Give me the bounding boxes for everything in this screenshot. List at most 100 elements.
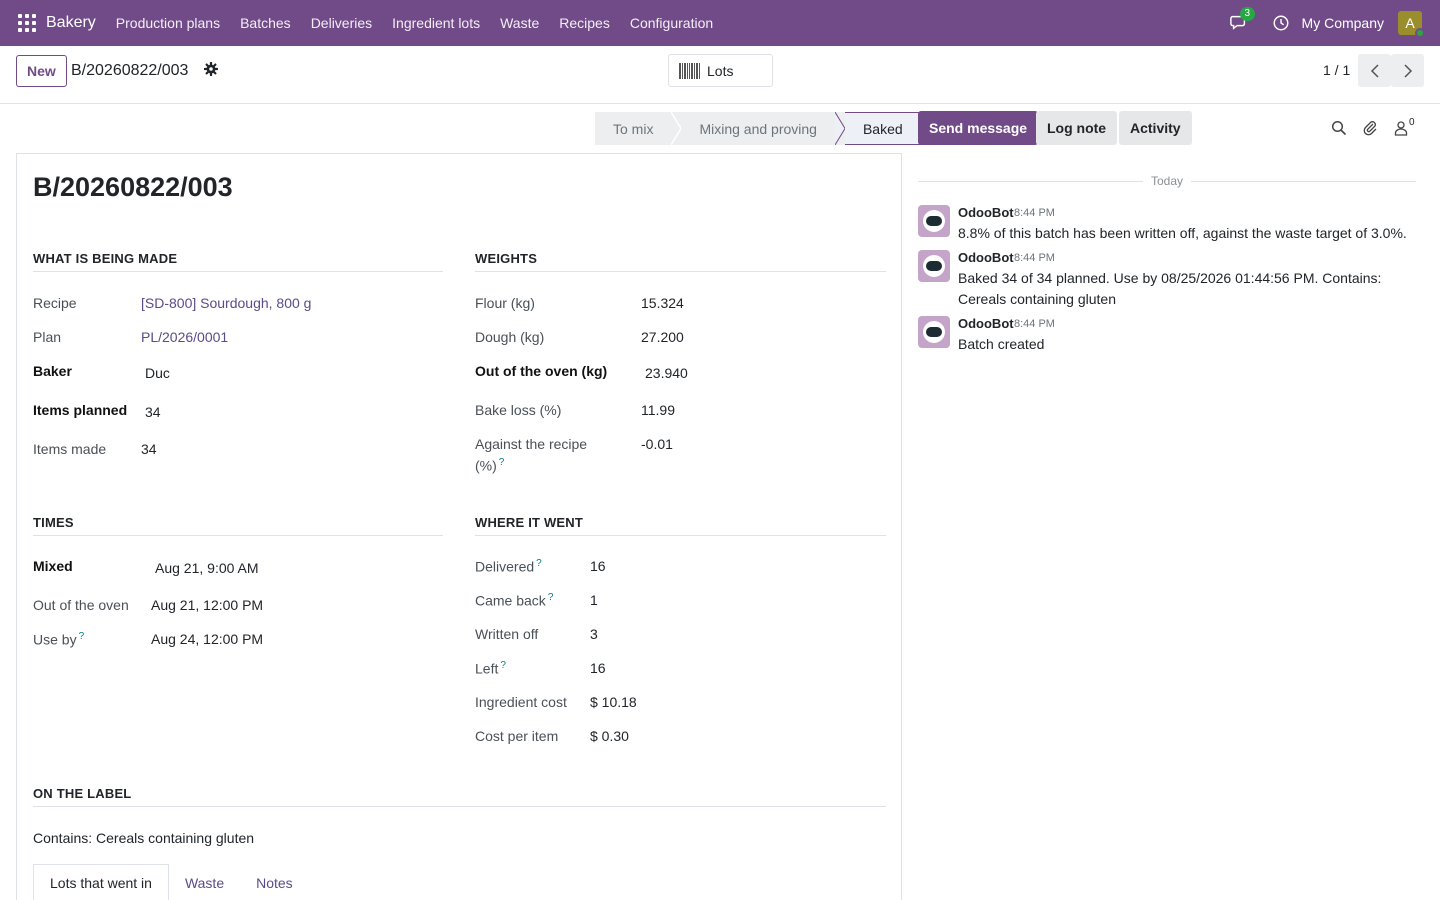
menu-batches[interactable]: Batches xyxy=(240,15,291,31)
tab-lots-that-went-in[interactable]: Lots that went in xyxy=(33,864,169,900)
flour-value: 15.324 xyxy=(641,295,684,311)
message-body: Baked 34 of 34 planned. Use by 08/25/202… xyxy=(958,270,1382,307)
message-author[interactable]: OdooBot xyxy=(958,205,1014,220)
pager-next-button[interactable] xyxy=(1391,54,1424,87)
activity-clock-icon[interactable] xyxy=(1272,14,1290,32)
delivered-label: Delivered? xyxy=(475,558,542,575)
followers-icon[interactable] xyxy=(1393,120,1409,136)
lots-smart-button[interactable]: Lots xyxy=(668,54,773,87)
out-of-oven-time-label: Out of the oven xyxy=(33,597,129,613)
date-separator-label: Today xyxy=(1150,174,1184,188)
use-by-label: Use by? xyxy=(33,631,85,648)
discuss-chat-icon[interactable]: 3 xyxy=(1229,7,1256,33)
left-label: Left? xyxy=(475,660,506,677)
message-author[interactable]: OdooBot xyxy=(958,250,1014,265)
mixed-label: Mixed xyxy=(33,558,73,574)
menu-production-plans[interactable]: Production plans xyxy=(116,15,220,31)
dough-value: 27.200 xyxy=(641,329,684,345)
out-of-oven-weight-label: Out of the oven (kg) xyxy=(475,363,608,379)
chatter-message: OdooBot 8:44 PM Baked 34 of 34 planned. … xyxy=(918,250,1428,314)
form-sheet: B/20260822/003 WHAT IS BEING MADE Recipe… xyxy=(16,153,902,900)
stage-mixing-and-proving[interactable]: Mixing and proving xyxy=(681,112,835,145)
pager-value[interactable]: 1 / 1 xyxy=(1323,62,1350,78)
help-icon[interactable]: ? xyxy=(499,457,505,468)
gear-icon[interactable] xyxy=(204,62,218,76)
help-icon[interactable]: ? xyxy=(548,592,554,603)
out-of-oven-time-value: Aug 21, 12:00 PM xyxy=(151,597,264,613)
plan-label: Plan xyxy=(33,329,62,345)
message-time: 8:44 PM xyxy=(1014,318,1055,330)
company-switcher[interactable]: My Company xyxy=(1302,15,1384,31)
plan-link[interactable]: PL/2026/0001 xyxy=(141,329,228,345)
log-note-button[interactable]: Log note xyxy=(1036,111,1118,145)
status-bar: To mix Mixing and proving Baked xyxy=(595,112,922,145)
menu-configuration[interactable]: Configuration xyxy=(630,15,713,31)
menu-waste[interactable]: Waste xyxy=(500,15,539,31)
mixed-date-field[interactable]: Aug 21, 9:00 AM xyxy=(155,560,259,576)
ingredient-cost-value: $ 10.18 xyxy=(590,694,637,710)
menu-recipes[interactable]: Recipes xyxy=(559,15,610,31)
breadcrumb: B/20260822/003 xyxy=(71,62,189,79)
chevron-left-icon xyxy=(1370,63,1379,78)
written-off-label: Written off xyxy=(475,626,539,642)
items-planned-label: Items planned xyxy=(33,402,128,418)
search-icon[interactable] xyxy=(1331,120,1347,136)
against-recipe-value: -0.01 xyxy=(641,436,673,452)
menu-deliveries[interactable]: Deliveries xyxy=(311,15,372,31)
cost-per-item-label: Cost per item xyxy=(475,728,559,744)
app-brand[interactable]: Bakery xyxy=(46,14,96,32)
stage-to-mix[interactable]: To mix xyxy=(595,112,672,145)
tab-waste[interactable]: Waste xyxy=(169,864,240,900)
against-recipe-label: Against the recipe xyxy=(475,436,588,452)
chat-count-badge: 3 xyxy=(1239,7,1256,21)
recipe-link[interactable]: [SD-800] Sourdough, 800 g xyxy=(141,295,311,311)
message-time: 8:44 PM xyxy=(1014,252,1055,264)
items-planned-field[interactable]: 34 xyxy=(145,404,161,420)
came-back-label: Came back? xyxy=(475,592,554,609)
group-where-it-went: WHERE IT WENT xyxy=(475,515,886,536)
stage-baked[interactable]: Baked xyxy=(844,112,922,145)
odoobot-avatar[interactable] xyxy=(918,250,950,282)
flour-label: Flour (kg) xyxy=(475,295,535,311)
avatar-letter: A xyxy=(1405,15,1415,31)
barcode-icon xyxy=(679,62,701,79)
message-body: 8.8% of this batch has been written off,… xyxy=(958,225,1407,241)
message-author[interactable]: OdooBot xyxy=(958,316,1014,331)
baker-label: Baker xyxy=(33,363,72,379)
help-icon[interactable]: ? xyxy=(536,558,542,569)
send-message-button[interactable]: Send message xyxy=(918,111,1039,145)
tab-notes[interactable]: Notes xyxy=(240,864,309,900)
stage-separator-icon xyxy=(671,112,682,145)
written-off-value: 3 xyxy=(590,626,598,642)
help-icon[interactable]: ? xyxy=(500,660,506,671)
chatter-message: OdooBot 8:44 PM Batch created xyxy=(918,316,1428,360)
chevron-right-icon xyxy=(1403,63,1412,78)
odoobot-avatar[interactable] xyxy=(918,205,950,237)
record-title: B/20260822/003 xyxy=(33,172,233,202)
items-made-label: Items made xyxy=(33,441,107,457)
recipe-label: Recipe xyxy=(33,295,77,311)
ingredient-cost-label: Ingredient cost xyxy=(475,694,567,710)
pager-previous-button[interactable] xyxy=(1358,54,1391,87)
online-status-dot xyxy=(1415,28,1425,38)
label-allergen-text: Contains: Cereals containing gluten xyxy=(33,830,255,846)
left-value: 16 xyxy=(590,660,606,676)
activity-button[interactable]: Activity xyxy=(1119,111,1192,145)
odoobot-avatar[interactable] xyxy=(918,316,950,348)
out-of-oven-weight-field[interactable]: 23.940 xyxy=(645,365,688,381)
items-made-value: 34 xyxy=(141,441,157,457)
lots-label: Lots xyxy=(707,62,734,79)
group-weights: WEIGHTS xyxy=(475,251,886,272)
menu-ingredient-lots[interactable]: Ingredient lots xyxy=(392,15,480,31)
message-body: Batch created xyxy=(958,336,1045,352)
bake-loss-value: 11.99 xyxy=(641,402,675,418)
new-button[interactable]: New xyxy=(16,55,67,87)
user-avatar[interactable]: A xyxy=(1398,11,1425,38)
chatter-message: OdooBot 8:44 PM 8.8% of this batch has b… xyxy=(918,205,1428,249)
apps-menu-icon[interactable] xyxy=(18,14,36,32)
stage-separator-icon xyxy=(834,112,845,145)
notebook-tabs: Lots that went in Waste Notes xyxy=(33,864,309,900)
help-icon[interactable]: ? xyxy=(79,631,85,642)
baker-field[interactable]: Duc xyxy=(145,365,170,381)
paperclip-icon[interactable] xyxy=(1362,120,1378,136)
